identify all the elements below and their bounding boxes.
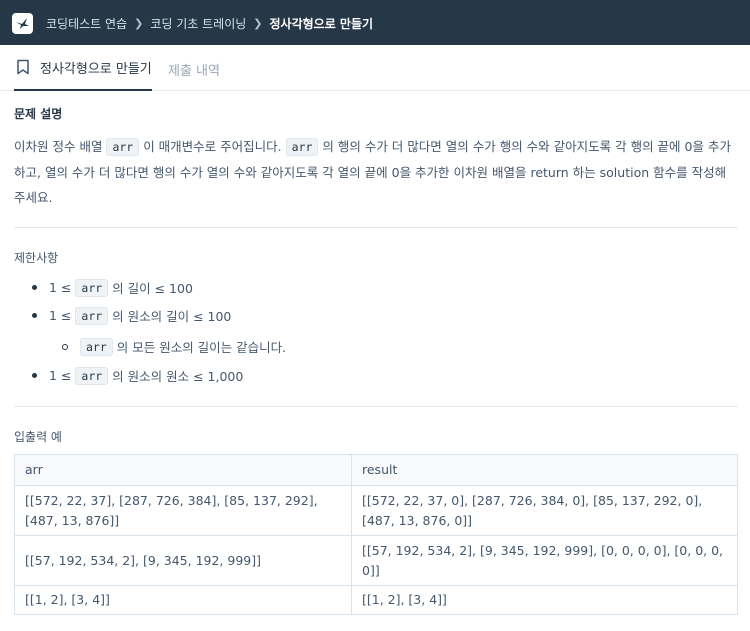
bookmark-icon[interactable] [16, 59, 30, 75]
arr-code: arr [106, 138, 140, 156]
examples-title: 입출력 예 [14, 430, 62, 444]
problem-description: 이차원 정수 배열 arr 이 매개변수로 주어집니다. arr 의 행의 수가… [14, 134, 734, 210]
constraint-prefix: 1 ≤ [49, 368, 72, 383]
tab-problem-label: 정사각형으로 만들기 [40, 61, 152, 77]
breadcrumb-basic-training[interactable]: 코딩 기초 트레이닝 [150, 15, 246, 32]
table-row: [[1, 2], [3, 4]] [[1, 2], [3, 4]] [14, 585, 738, 615]
column-header-result: result [351, 454, 738, 486]
constraint-item: 1 ≤ arr 의 길이 ≤ 100 [32, 278, 193, 297]
desc-text-1: 이차원 정수 배열 [14, 139, 103, 154]
bullet-icon [32, 313, 37, 318]
programmers-logo-icon[interactable] [12, 13, 33, 34]
constraint-prefix: 1 ≤ [49, 280, 72, 295]
section-divider [14, 227, 738, 228]
constraint-subitem: arr 의 모든 원소의 길이는 같습니다. [62, 337, 286, 356]
constraint-item: 1 ≤ arr 의 원소의 원소 ≤ 1,000 [32, 366, 243, 385]
hollow-bullet-icon [62, 343, 68, 350]
problem-tabs: 정사각형으로 만들기 제출 내역 [0, 45, 750, 91]
breadcrumb-coding-test[interactable]: 코딩테스트 연습 [46, 15, 127, 32]
constraints-title: 제한사항 [14, 251, 59, 265]
table-header-row: arr result [14, 454, 738, 486]
table-cell-arr: [[1, 2], [3, 4]] [14, 585, 352, 615]
table-cell-arr: [[57, 192, 534, 2], [9, 345, 192, 999]] [14, 535, 352, 586]
table-cell-result: [[572, 22, 37, 0], [287, 726, 384, 0], [… [351, 485, 738, 536]
table-cell-arr: [[572, 22, 37], [287, 726, 384], [85, 13… [14, 485, 352, 536]
table-row: [[57, 192, 534, 2], [9, 345, 192, 999]] … [14, 535, 738, 586]
arr-code: arr [75, 366, 109, 385]
section-divider [14, 406, 738, 407]
examples-table: arr result [[572, 22, 37], [287, 726, 38… [14, 454, 738, 615]
constraint-item: 1 ≤ arr 의 원소의 길이 ≤ 100 [32, 306, 231, 325]
chevron-right-icon: ❯ [134, 17, 144, 30]
breadcrumb-current-problem: 정사각형으로 만들기 [269, 17, 374, 31]
table-row: [[572, 22, 37], [287, 726, 384], [85, 13… [14, 485, 738, 536]
desc-text-2: 이 매개변수로 주어집니다. [143, 139, 282, 154]
constraint-suffix: 의 길이 ≤ 100 [112, 281, 193, 296]
constraint-suffix: 의 모든 원소의 길이는 같습니다. [116, 340, 287, 355]
table-cell-result: [[57, 192, 534, 2], [9, 345, 192, 999], … [351, 535, 738, 586]
arr-code: arr [75, 278, 109, 297]
top-navigation-bar: 코딩테스트 연습 ❯ 코딩 기초 트레이닝 ❯ 정사각형으로 만들기 [0, 0, 750, 45]
table-cell-result: [[1, 2], [3, 4]] [351, 585, 738, 615]
bullet-icon [32, 373, 37, 378]
tab-submission-history[interactable]: 제출 내역 [168, 60, 220, 79]
problem-description-title: 문제 설명 [14, 107, 63, 121]
arr-code: arr [75, 306, 109, 325]
bullet-icon [32, 285, 37, 290]
arr-code: arr [285, 138, 319, 156]
constraint-suffix: 의 원소의 원소 ≤ 1,000 [112, 369, 244, 384]
constraint-prefix: 1 ≤ [49, 308, 72, 323]
tab-problem[interactable]: 정사각형으로 만들기 [14, 45, 152, 91]
arr-code: arr [80, 337, 113, 356]
chevron-right-icon: ❯ [253, 17, 263, 30]
column-header-arr: arr [14, 454, 352, 486]
breadcrumb: 코딩테스트 연습 ❯ 코딩 기초 트레이닝 ❯ 정사각형으로 만들기 [46, 15, 373, 32]
constraint-suffix: 의 원소의 길이 ≤ 100 [112, 309, 232, 324]
